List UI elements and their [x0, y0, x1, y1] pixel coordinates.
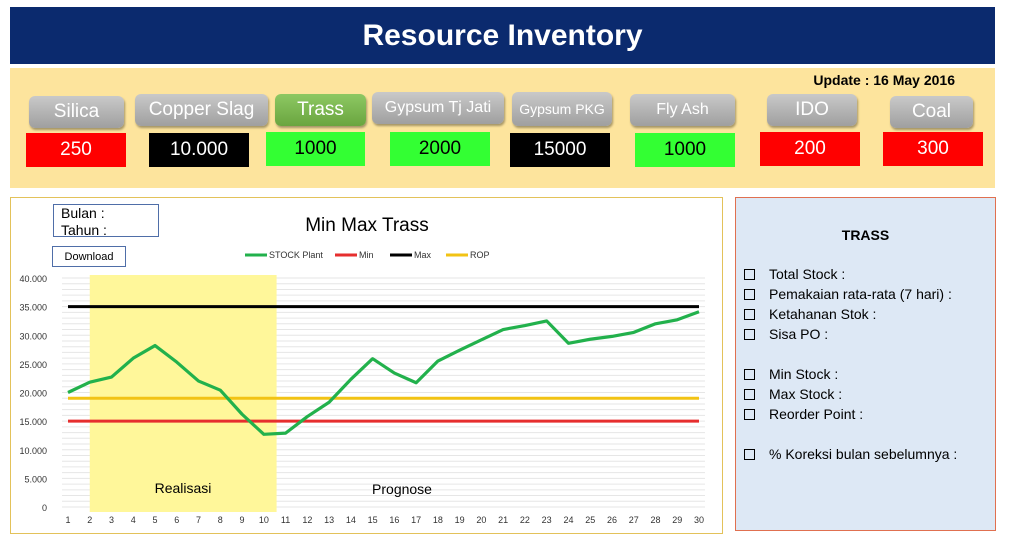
x-tick-label: 29 [672, 515, 682, 525]
y-tick-label: 35.000 [19, 303, 47, 313]
resource-button-fly-ash[interactable]: Fly Ash [630, 94, 735, 126]
y-tick-label: 10.000 [19, 446, 47, 456]
y-tick-label: 25.000 [19, 360, 47, 370]
info-item-min-stock: Min Stock : [744, 366, 838, 382]
x-tick-label: 11 [281, 515, 290, 525]
resource-value-trass: 1000 [266, 132, 365, 166]
x-tick-label: 10 [259, 515, 269, 525]
resource-bar: Update : 16 May 2016 Silica Copper Slag … [10, 68, 995, 188]
legend-label: ROP [470, 250, 490, 260]
y-tick-label: 5.000 [24, 474, 47, 484]
x-tick-label: 13 [324, 515, 334, 525]
y-tick-label: 0 [42, 503, 47, 513]
x-tick-label: 8 [218, 515, 223, 525]
x-tick-label: 12 [302, 515, 312, 525]
x-tick-label: 7 [196, 515, 201, 525]
info-title: TRASS [841, 227, 890, 243]
checkbox-icon [744, 448, 755, 460]
x-tick-label: 4 [131, 515, 136, 525]
resource-button-coal[interactable]: Coal [890, 96, 973, 128]
legend-label: STOCK Plant [269, 250, 323, 260]
x-tick-label: 28 [650, 515, 660, 525]
x-tick-label: 5 [153, 515, 158, 525]
chart-panel: 0 5.000 10.000 15.000 20.000 25.000 30.000 35.0… [10, 197, 723, 534]
info-item-pemakaian: Pemakaian rata-rata (7 hari) : [744, 286, 952, 302]
resource-button-gypsum-tj-jati[interactable]: Gypsum Tj Jati [372, 92, 504, 124]
x-tick-label: 25 [585, 515, 595, 525]
x-tick-label: 21 [498, 515, 508, 525]
resource-value-fly-ash: 1000 [635, 133, 735, 167]
x-tick-label: 1 [65, 515, 70, 525]
y-tick-label: 40.000 [19, 274, 47, 284]
resource-button-gypsum-pkg[interactable]: Gypsum PKG [512, 92, 612, 126]
bulan-label: Bulan : [61, 205, 105, 221]
x-tick-label: 2 [87, 515, 92, 525]
x-tick-label: 9 [240, 515, 245, 525]
x-tick-label: 18 [433, 515, 443, 525]
resource-value-ido: 200 [760, 132, 860, 166]
info-item-ketahanan: Ketahanan Stok : [744, 306, 876, 322]
x-tick-label: 24 [563, 515, 573, 525]
checkbox-icon [744, 328, 755, 340]
info-item-reorder-point: Reorder Point : [744, 406, 863, 422]
resource-value-gypsum-pkg: 15000 [510, 133, 610, 167]
info-item-max-stock: Max Stock : [744, 386, 842, 402]
legend-label: Min [359, 250, 374, 260]
checkbox-icon [744, 408, 755, 420]
resource-value-gypsum-tj-jati: 2000 [390, 132, 490, 166]
resource-button-copper-slag[interactable]: Copper Slag [135, 94, 268, 126]
page-title: Resource Inventory [10, 7, 995, 64]
x-tick-label: 14 [346, 515, 356, 525]
x-tick-label: 6 [174, 515, 179, 525]
resource-value-silica: 250 [26, 133, 126, 167]
chart-title: Min Max Trass [305, 215, 429, 236]
info-item-total-stock: Total Stock : [744, 266, 845, 282]
realisasi-region [89, 275, 277, 512]
resource-value-coal: 300 [883, 132, 983, 166]
info-item-sisa-po: Sisa PO : [744, 326, 828, 342]
tahun-label: Tahun : [61, 222, 107, 238]
x-tick-label: 22 [520, 515, 530, 525]
x-tick-label: 19 [455, 515, 465, 525]
x-tick-label: 30 [694, 515, 704, 525]
checkbox-icon [744, 268, 755, 280]
checkbox-icon [744, 288, 755, 300]
x-tick-label: 15 [368, 515, 378, 525]
resource-value-copper-slag: 10.000 [149, 133, 249, 167]
x-tick-label: 23 [542, 515, 552, 525]
y-tick-label: 20.000 [19, 389, 47, 399]
checkbox-icon [744, 368, 755, 380]
y-tick-label: 15.000 [19, 417, 47, 427]
resource-button-ido[interactable]: IDO [767, 94, 857, 126]
resource-button-trass[interactable]: Trass [275, 94, 366, 126]
checkbox-icon [744, 388, 755, 400]
download-button[interactable]: Download [52, 246, 126, 267]
x-tick-label: 3 [109, 515, 114, 525]
x-tick-label: 26 [607, 515, 617, 525]
info-panel: TRASS Total Stock : Pemakaian rata-rata … [735, 197, 996, 531]
prognose-label: Prognose [372, 481, 432, 497]
checkbox-icon [744, 308, 755, 320]
legend-label: Max [414, 250, 432, 260]
resource-button-silica[interactable]: Silica [29, 96, 124, 128]
x-tick-label: 27 [629, 515, 639, 525]
realisasi-label: Realisasi [155, 480, 212, 496]
period-box: Bulan : Tahun : [53, 204, 159, 238]
x-tick-label: 16 [389, 515, 399, 525]
x-tick-label: 17 [411, 515, 421, 525]
x-tick-label: 20 [476, 515, 486, 525]
info-item-koreksi: % Koreksi bulan sebelumnya : [744, 446, 957, 462]
y-tick-label: 30.000 [19, 331, 47, 341]
update-label: Update : 16 May 2016 [813, 72, 955, 88]
